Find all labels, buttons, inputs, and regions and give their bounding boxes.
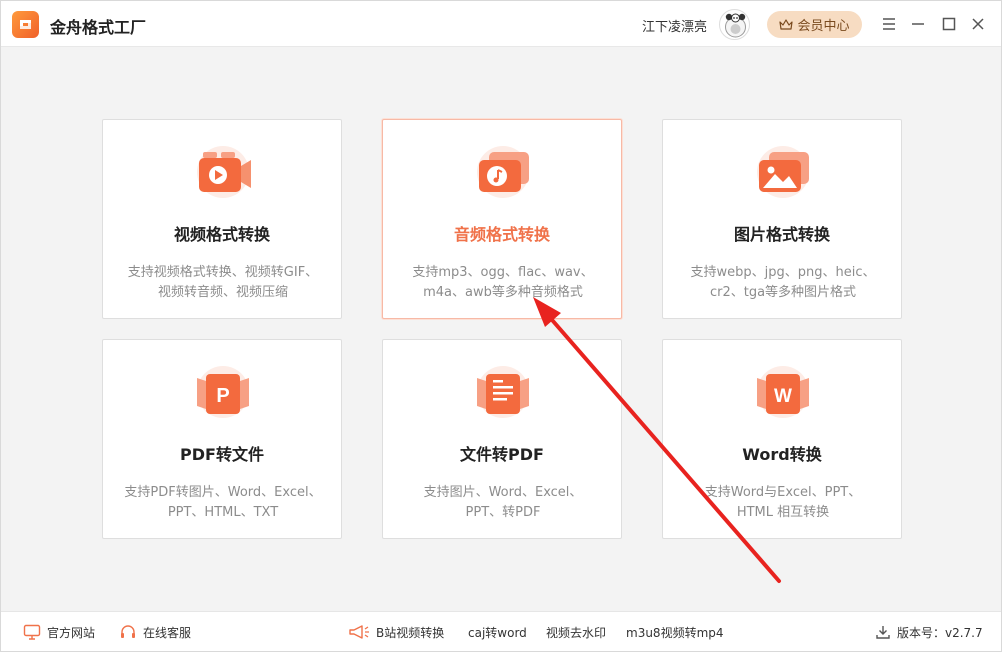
bilibili-convert-link[interactable]: B站视频转换 xyxy=(348,612,444,652)
file-to-pdf-title: 文件转PDF xyxy=(460,445,544,464)
official-website-link[interactable]: 官方网站 xyxy=(23,612,95,652)
m3u8-to-mp4-label: m3u8视频转mp4 xyxy=(626,625,724,640)
word-convert-desc: 支持Word与Excel、PPT、 HTML 相互转换 xyxy=(704,485,862,520)
word-convert-title: Word转换 xyxy=(742,445,822,464)
video-convert-icon xyxy=(191,140,255,200)
video-convert-card[interactable]: 视频格式转换 支持视频格式转换、视频转GIF、 视频转音频、视频压缩 xyxy=(102,119,342,319)
video-convert-desc: 支持视频格式转换、视频转GIF、 视频转音频、视频压缩 xyxy=(127,265,319,300)
video-convert-title: 视频格式转换 xyxy=(173,225,270,244)
vip-center-label: 会员中心 xyxy=(797,19,850,34)
image-convert-icon xyxy=(751,140,815,200)
image-convert-desc: 支持webp、jpg、png、heic、 cr2、tga等多种图片格式 xyxy=(690,265,876,300)
download-icon xyxy=(876,626,890,639)
avatar[interactable] xyxy=(719,9,750,40)
version-info[interactable]: 版本号：v2.7.7 xyxy=(875,612,983,652)
app-logo-icon xyxy=(12,11,39,38)
vip-center-button[interactable]: 会员中心 xyxy=(767,11,862,38)
bottom-bar: 官方网站 在线客服 B站视频转换 caj转word 视频去水印 m3u8视频转m… xyxy=(1,611,1001,651)
m3u8-to-mp4-link[interactable]: m3u8视频转mp4 xyxy=(626,612,724,652)
minimize-icon[interactable] xyxy=(908,14,928,34)
pdf-to-file-desc: 支持PDF转图片、Word、Excel、 PPT、HTML、TXT xyxy=(124,485,322,520)
online-support-link[interactable]: 在线客服 xyxy=(119,612,191,652)
caj-to-word-label: caj转word xyxy=(468,625,527,640)
close-icon[interactable] xyxy=(968,14,988,34)
username[interactable]: 江下凌漂亮 xyxy=(642,16,707,35)
headset-icon xyxy=(121,625,135,638)
app-window: 金舟格式工厂 江下凌漂亮 会员中心 视频格式转换 支持视频格式转换、视频转GIF… xyxy=(0,0,1002,652)
title-bar: 金舟格式工厂 江下凌漂亮 会员中心 xyxy=(1,1,1001,47)
annotation-arrow xyxy=(533,297,781,583)
file-to-pdf-desc: 支持图片、Word、Excel、 PPT、转PDF xyxy=(423,485,583,520)
official-website-label: 官方网站 xyxy=(47,625,96,640)
file-to-pdf-card[interactable]: 文件转PDF 支持图片、Word、Excel、 PPT、转PDF xyxy=(382,339,622,539)
audio-convert-card[interactable]: 音频格式转换 支持mp3、ogg、flac、wav、 m4a、awb等多种音频格… xyxy=(382,119,622,319)
crown-icon xyxy=(779,18,794,30)
pdf-icon-letter: P xyxy=(216,385,229,407)
online-support-label: 在线客服 xyxy=(143,625,192,640)
word-letter-icon: W xyxy=(751,360,815,420)
audio-convert-icon xyxy=(471,140,535,200)
audio-convert-desc: 支持mp3、ogg、flac、wav、 m4a、awb等多种音频格式 xyxy=(412,265,594,300)
image-convert-title: 图片格式转换 xyxy=(733,225,830,244)
pdf-to-file-title: PDF转文件 xyxy=(180,445,264,464)
remove-watermark-label: 视频去水印 xyxy=(546,625,607,640)
remove-watermark-link[interactable]: 视频去水印 xyxy=(546,612,606,652)
pdf-to-file-card[interactable]: P PDF转文件 支持PDF转图片、Word、Excel、 PPT、HTML、T… xyxy=(102,339,342,539)
bilibili-convert-label: B站视频转换 xyxy=(376,625,445,640)
word-icon-letter: W xyxy=(774,386,792,407)
image-convert-card[interactable]: 图片格式转换 支持webp、jpg、png、heic、 cr2、tga等多种图片… xyxy=(662,119,902,319)
version-label: 版本号：v2.7.7 xyxy=(897,625,983,640)
monitor-icon xyxy=(23,624,41,640)
megaphone-icon xyxy=(349,625,369,639)
document-lines-icon xyxy=(471,360,535,420)
audio-convert-title: 音频格式转换 xyxy=(453,225,550,244)
maximize-icon[interactable] xyxy=(939,14,959,34)
caj-to-word-link[interactable]: caj转word xyxy=(468,612,527,652)
menu-icon[interactable] xyxy=(879,14,899,34)
app-title: 金舟格式工厂 xyxy=(50,18,147,37)
pdf-letter-icon: P xyxy=(191,360,255,420)
word-convert-card[interactable]: W Word转换 支持Word与Excel、PPT、 HTML 相互转换 xyxy=(662,339,902,539)
